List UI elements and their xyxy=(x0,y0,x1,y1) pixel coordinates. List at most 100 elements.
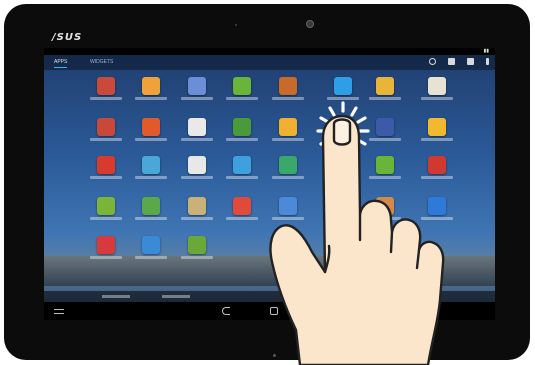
app-icon-18[interactable] xyxy=(135,156,167,186)
app-tile-icon xyxy=(97,197,115,215)
app-label xyxy=(135,256,167,259)
app-tile-icon xyxy=(376,118,394,136)
app-label xyxy=(90,97,122,100)
menu-icon[interactable] xyxy=(54,309,64,314)
app-label xyxy=(369,176,401,179)
app-label xyxy=(421,217,453,220)
app-tile-icon xyxy=(142,77,160,95)
app-tile-icon xyxy=(233,77,251,95)
front-camera xyxy=(306,20,314,28)
app-tile-icon xyxy=(279,197,297,215)
app-icon-20[interactable] xyxy=(226,156,258,186)
search-icon[interactable] xyxy=(429,58,436,65)
app-tile-icon xyxy=(334,77,352,95)
app-icon-11[interactable] xyxy=(181,118,213,148)
top-actions xyxy=(429,58,489,65)
app-icon-8[interactable] xyxy=(421,77,453,107)
app-icon-21[interactable] xyxy=(272,156,304,186)
tablet-screen: ▮▮ APPS WIDGETS xyxy=(44,48,495,320)
light-sensor xyxy=(235,24,237,26)
app-tile-icon xyxy=(97,77,115,95)
tab-apps[interactable]: APPS xyxy=(54,58,68,68)
app-icon-1[interactable] xyxy=(90,77,122,107)
status-clock-icon: ▮▮ xyxy=(483,48,489,54)
app-icon-24[interactable] xyxy=(421,156,453,186)
app-icon-14[interactable] xyxy=(327,118,359,148)
app-icon-35[interactable] xyxy=(181,236,213,266)
app-icon-13[interactable] xyxy=(272,118,304,148)
app-icon-26[interactable] xyxy=(135,197,167,227)
app-icon-9[interactable] xyxy=(90,118,122,148)
app-icon-4[interactable] xyxy=(226,77,258,107)
app-tile-icon xyxy=(233,156,251,174)
app-icon-25[interactable] xyxy=(90,197,122,227)
recent-apps-button[interactable] xyxy=(309,307,318,315)
app-tile-icon xyxy=(428,156,446,174)
app-label xyxy=(369,97,401,100)
app-label xyxy=(226,138,258,141)
grid-icon[interactable] xyxy=(467,58,474,65)
app-icon-16[interactable] xyxy=(421,118,453,148)
app-icon-22[interactable] xyxy=(327,156,359,186)
app-icon-15[interactable] xyxy=(369,118,401,148)
app-label xyxy=(181,176,213,179)
app-label xyxy=(272,138,304,141)
app-label xyxy=(181,217,213,220)
app-icon-3[interactable] xyxy=(181,77,213,107)
app-label xyxy=(135,97,167,100)
app-tile-icon xyxy=(188,197,206,215)
app-icon-28[interactable] xyxy=(226,197,258,227)
app-tile-icon xyxy=(188,77,206,95)
app-icon-33[interactable] xyxy=(90,236,122,266)
app-label xyxy=(369,217,401,220)
app-label xyxy=(226,176,258,179)
dock-strip xyxy=(44,291,495,302)
app-label xyxy=(421,97,453,100)
app-label xyxy=(135,176,167,179)
app-label xyxy=(421,176,453,179)
app-icon-10[interactable] xyxy=(135,118,167,148)
app-icon-27[interactable] xyxy=(181,197,213,227)
app-label xyxy=(135,217,167,220)
app-label xyxy=(90,176,122,179)
back-button[interactable] xyxy=(222,307,230,315)
app-tile-icon xyxy=(428,77,446,95)
app-icon-5[interactable] xyxy=(272,77,304,107)
app-icon-32[interactable] xyxy=(421,197,453,227)
app-label xyxy=(272,97,304,100)
app-tile-icon xyxy=(97,156,115,174)
app-icon-23[interactable] xyxy=(369,156,401,186)
app-label xyxy=(226,97,258,100)
overflow-menu-icon[interactable] xyxy=(486,58,489,65)
app-tile-icon xyxy=(142,197,160,215)
app-icon-6[interactable] xyxy=(327,77,359,107)
store-icon[interactable] xyxy=(448,58,455,65)
app-tile-icon xyxy=(334,118,352,136)
tab-widgets[interactable]: WIDGETS xyxy=(90,58,113,67)
app-icon-7[interactable] xyxy=(369,77,401,107)
app-tile-icon xyxy=(279,77,297,95)
app-label xyxy=(90,217,122,220)
app-tile-icon xyxy=(142,118,160,136)
app-tile-icon xyxy=(279,156,297,174)
app-tile-icon xyxy=(233,118,251,136)
app-icon-31[interactable] xyxy=(369,197,401,227)
app-icon-19[interactable] xyxy=(181,156,213,186)
app-icon-30[interactable] xyxy=(327,197,359,227)
app-tile-icon xyxy=(142,156,160,174)
app-label xyxy=(181,97,213,100)
app-label xyxy=(90,138,122,141)
app-label xyxy=(272,217,304,220)
status-bar: ▮▮ xyxy=(44,48,495,55)
app-icon-34[interactable] xyxy=(135,236,167,266)
app-label xyxy=(181,138,213,141)
home-button[interactable] xyxy=(270,307,278,315)
app-icon-29[interactable] xyxy=(272,197,304,227)
app-icon-12[interactable] xyxy=(226,118,258,148)
app-label xyxy=(272,176,304,179)
app-label xyxy=(369,138,401,141)
app-icon-17[interactable] xyxy=(90,156,122,186)
app-icon-2[interactable] xyxy=(135,77,167,107)
app-label xyxy=(135,138,167,141)
app-label xyxy=(327,217,359,220)
